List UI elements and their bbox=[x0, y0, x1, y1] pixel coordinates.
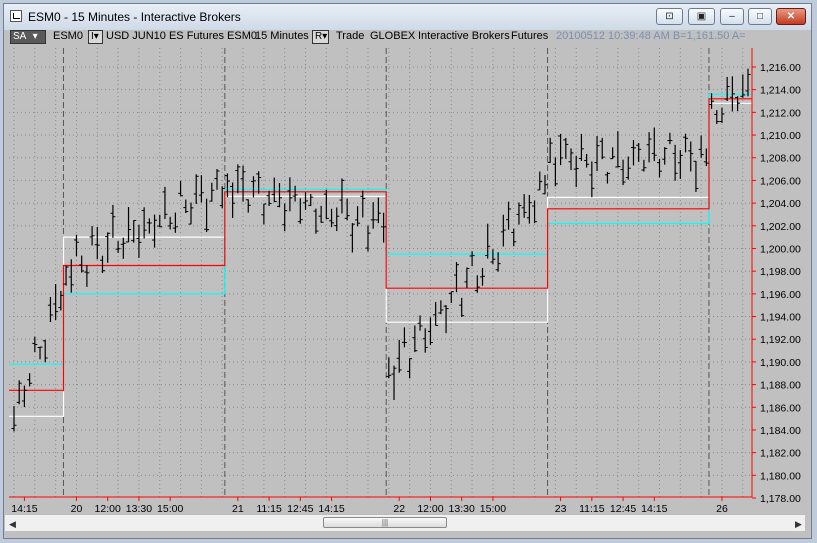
y-tick-label: 1,188.00 bbox=[760, 380, 801, 392]
y-tick-label: 1,196.00 bbox=[760, 289, 801, 301]
y-tick-label: 1,182.00 bbox=[760, 448, 801, 460]
y-tick-label: 1,186.00 bbox=[760, 402, 801, 414]
scroll-right-icon[interactable]: ▶ bbox=[795, 519, 802, 530]
y-tick-label: 1,192.00 bbox=[760, 334, 801, 346]
horizontal-scrollbar[interactable]: ◀ ||| ▶ bbox=[5, 514, 805, 531]
y-tick-label: 1,200.00 bbox=[760, 243, 801, 255]
y-tick-label: 1,208.00 bbox=[760, 153, 801, 165]
y-tick-label: 1,216.00 bbox=[760, 62, 801, 74]
y-tick-label: 1,214.00 bbox=[760, 85, 801, 97]
y-tick-label: 1,180.00 bbox=[760, 470, 801, 482]
plot-area bbox=[9, 48, 752, 497]
y-tick-label: 1,206.00 bbox=[760, 175, 801, 187]
y-tick-label: 1,184.00 bbox=[760, 425, 801, 437]
y-tick-label: 1,212.00 bbox=[760, 107, 801, 119]
y-tick-label: 1,204.00 bbox=[760, 198, 801, 210]
y-tick-label: 1,198.00 bbox=[760, 266, 801, 278]
price-chart[interactable]: 1,216.00 1,214.00 1,212.00 1,210.00 1,208.00… bbox=[0, 0, 817, 543]
y-tick-label: 1,202.00 bbox=[760, 221, 801, 233]
y-tick-label: 1,178.00 bbox=[760, 493, 801, 505]
y-tick-label: 1,190.00 bbox=[760, 357, 801, 369]
y-tick-label: 1,210.00 bbox=[760, 130, 801, 142]
scroll-thumb[interactable]: ||| bbox=[323, 517, 447, 528]
grip-icon: ||| bbox=[381, 518, 389, 527]
y-tick-label: 1,194.00 bbox=[760, 312, 801, 324]
scroll-left-icon[interactable]: ◀ bbox=[9, 519, 16, 530]
